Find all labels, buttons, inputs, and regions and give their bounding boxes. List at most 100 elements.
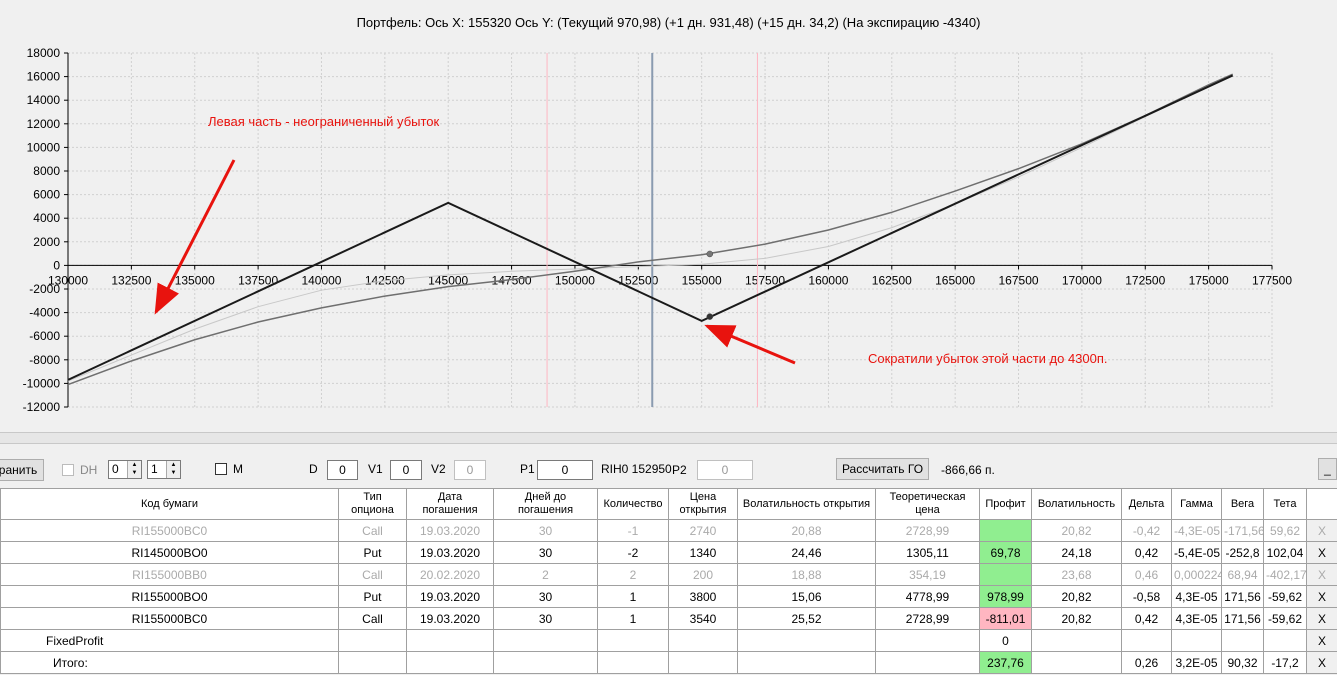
calculate-go-button[interactable]: Рассчитать ГО xyxy=(836,458,929,480)
table-row[interactable]: RI155000BB0 Call 20.02.2020 2 2 200 18,88 354,1… xyxy=(0,563,1337,586)
table-cell xyxy=(668,629,738,652)
column-header[interactable]: Теоретическая цена xyxy=(875,488,980,520)
table-cell xyxy=(1263,629,1307,652)
table-cell: 4,3E-05 xyxy=(1171,607,1222,630)
spin-second[interactable]: 1 ▲ ▼ xyxy=(147,460,181,479)
remove-row-button[interactable]: X xyxy=(1306,607,1337,630)
x-tick-label: 135000 xyxy=(175,273,215,287)
column-header[interactable]: Дельта xyxy=(1121,488,1172,520)
table-cell: -811,01 xyxy=(979,607,1032,630)
table-cell: RI155000BC0 xyxy=(0,519,339,542)
table-cell: 3800 xyxy=(668,585,738,608)
table-row[interactable]: RI155000BC0 Call 19.03.2020 30 -1 2740 20,88 27… xyxy=(0,519,1337,542)
remove-row-button[interactable]: X xyxy=(1306,585,1337,608)
table-cell xyxy=(338,629,407,652)
table-cell xyxy=(338,651,407,674)
table-cell: Put xyxy=(338,585,407,608)
column-header[interactable]: Гамма xyxy=(1171,488,1222,520)
v1-input[interactable]: 0 xyxy=(390,460,422,480)
table-cell xyxy=(406,651,494,674)
column-header[interactable]: Волатильность xyxy=(1031,488,1122,520)
remove-row-button[interactable]: X xyxy=(1306,541,1337,564)
table-cell: 20,82 xyxy=(1031,519,1122,542)
d-input[interactable]: 0 xyxy=(327,460,358,480)
table-row[interactable]: RI155000BC0 Call 19.03.2020 30 1 3540 25,52 272… xyxy=(0,607,1337,630)
spin-first[interactable]: 0 ▲ ▼ xyxy=(108,460,142,479)
table-row[interactable]: RI155000BO0 Put 19.03.2020 30 1 3800 15,06 4778… xyxy=(0,585,1337,608)
table-cell: 0 xyxy=(979,629,1032,652)
spin-arrows-icon[interactable]: ▲ ▼ xyxy=(127,461,141,478)
m-checkbox[interactable] xyxy=(215,463,227,475)
table-cell: 3540 xyxy=(668,607,738,630)
table-cell: 2740 xyxy=(668,519,738,542)
column-header[interactable] xyxy=(1306,488,1337,520)
table-row[interactable]: RI145000BO0 Put 19.03.2020 30 -2 1340 24,46 130… xyxy=(0,541,1337,564)
v2-label: V2 xyxy=(431,462,446,476)
table-cell: 59,62 xyxy=(1263,519,1307,542)
panel-splitter[interactable] xyxy=(0,432,1337,444)
column-header[interactable]: Тета xyxy=(1263,488,1307,520)
column-header[interactable]: Количество xyxy=(597,488,669,520)
table-cell: 19.03.2020 xyxy=(406,607,494,630)
remove-row-button[interactable]: X xyxy=(1306,519,1337,542)
table-cell: -0,58 xyxy=(1121,585,1172,608)
table-cell: 20,82 xyxy=(1031,607,1122,630)
column-header[interactable]: Код бумаги xyxy=(0,488,339,520)
table-cell: 237,76 xyxy=(979,651,1032,674)
table-cell xyxy=(493,629,598,652)
v2-input[interactable]: 0 xyxy=(454,460,486,480)
table-row[interactable]: FixedProfit 0 X xyxy=(0,629,1337,652)
column-header[interactable]: Дата погашения xyxy=(406,488,494,520)
table-cell: 2728,99 xyxy=(875,607,980,630)
payoff-chart: Портфель: Ось X: 155320 Ось Y: (Текущий … xyxy=(0,0,1337,430)
column-header[interactable]: Дней до погашения xyxy=(493,488,598,520)
p1-input[interactable]: 0 xyxy=(537,460,593,480)
table-cell: FixedProfit xyxy=(0,629,339,652)
table-cell xyxy=(597,651,669,674)
table-cell: 0,42 xyxy=(1121,607,1172,630)
table-cell: -1 xyxy=(597,519,669,542)
y-tick-label: 0 xyxy=(53,258,60,272)
table-cell: 68,94 xyxy=(1221,563,1264,586)
table-cell xyxy=(979,519,1032,542)
table-cell: 20.02.2020 xyxy=(406,563,494,586)
minimize-button[interactable]: _ xyxy=(1318,458,1337,480)
column-header[interactable]: Тип опциона xyxy=(338,488,407,520)
table-cell: Итого: xyxy=(0,651,339,674)
spin-arrows-icon[interactable]: ▲ ▼ xyxy=(166,461,180,478)
table-cell: 19.03.2020 xyxy=(406,519,494,542)
table-cell: 15,06 xyxy=(737,585,876,608)
column-header[interactable]: Профит xyxy=(979,488,1032,520)
table-cell xyxy=(668,651,738,674)
table-cell: RI155000BO0 xyxy=(0,585,339,608)
table-cell: Call xyxy=(338,519,407,542)
x-tick-label: 130000 xyxy=(48,273,88,287)
table-cell: 4778,99 xyxy=(875,585,980,608)
chart-plot: 18000 16000 14000 12000 10000 8000 6000 4000 200… xyxy=(23,46,1293,414)
column-header[interactable]: Вега xyxy=(1221,488,1264,520)
table-cell: 30 xyxy=(493,607,598,630)
y-tick-label: 12000 xyxy=(27,117,61,131)
save-button[interactable]: ранить xyxy=(0,459,44,481)
table-cell xyxy=(406,629,494,652)
column-header[interactable]: Цена открытия xyxy=(668,488,738,520)
dh-checkbox[interactable] xyxy=(62,464,74,476)
table-cell: -402,17 xyxy=(1263,563,1307,586)
remove-row-button[interactable]: X xyxy=(1306,563,1337,586)
x-tick-label: 170000 xyxy=(1062,273,1102,287)
remove-row-button[interactable]: X xyxy=(1306,651,1337,674)
table-cell: 1 xyxy=(597,607,669,630)
table-cell: 1340 xyxy=(668,541,738,564)
column-header[interactable]: Волатильность открытия xyxy=(737,488,876,520)
table-cell: 1 xyxy=(597,585,669,608)
y-tick-label: 2000 xyxy=(33,235,60,249)
p2-input[interactable]: 0 xyxy=(697,460,753,480)
position-marker xyxy=(706,250,714,258)
table-cell: 1305,11 xyxy=(875,541,980,564)
table-cell: 24,18 xyxy=(1031,541,1122,564)
table-row[interactable]: Итого: 237,76 0,26 3,2E-05 90,32 -17,2 X xyxy=(0,651,1337,674)
table-cell: 0,000224 xyxy=(1171,563,1222,586)
remove-row-button[interactable]: X xyxy=(1306,629,1337,652)
x-tick-label: 155000 xyxy=(682,273,722,287)
y-tick-label: 18000 xyxy=(27,46,61,60)
